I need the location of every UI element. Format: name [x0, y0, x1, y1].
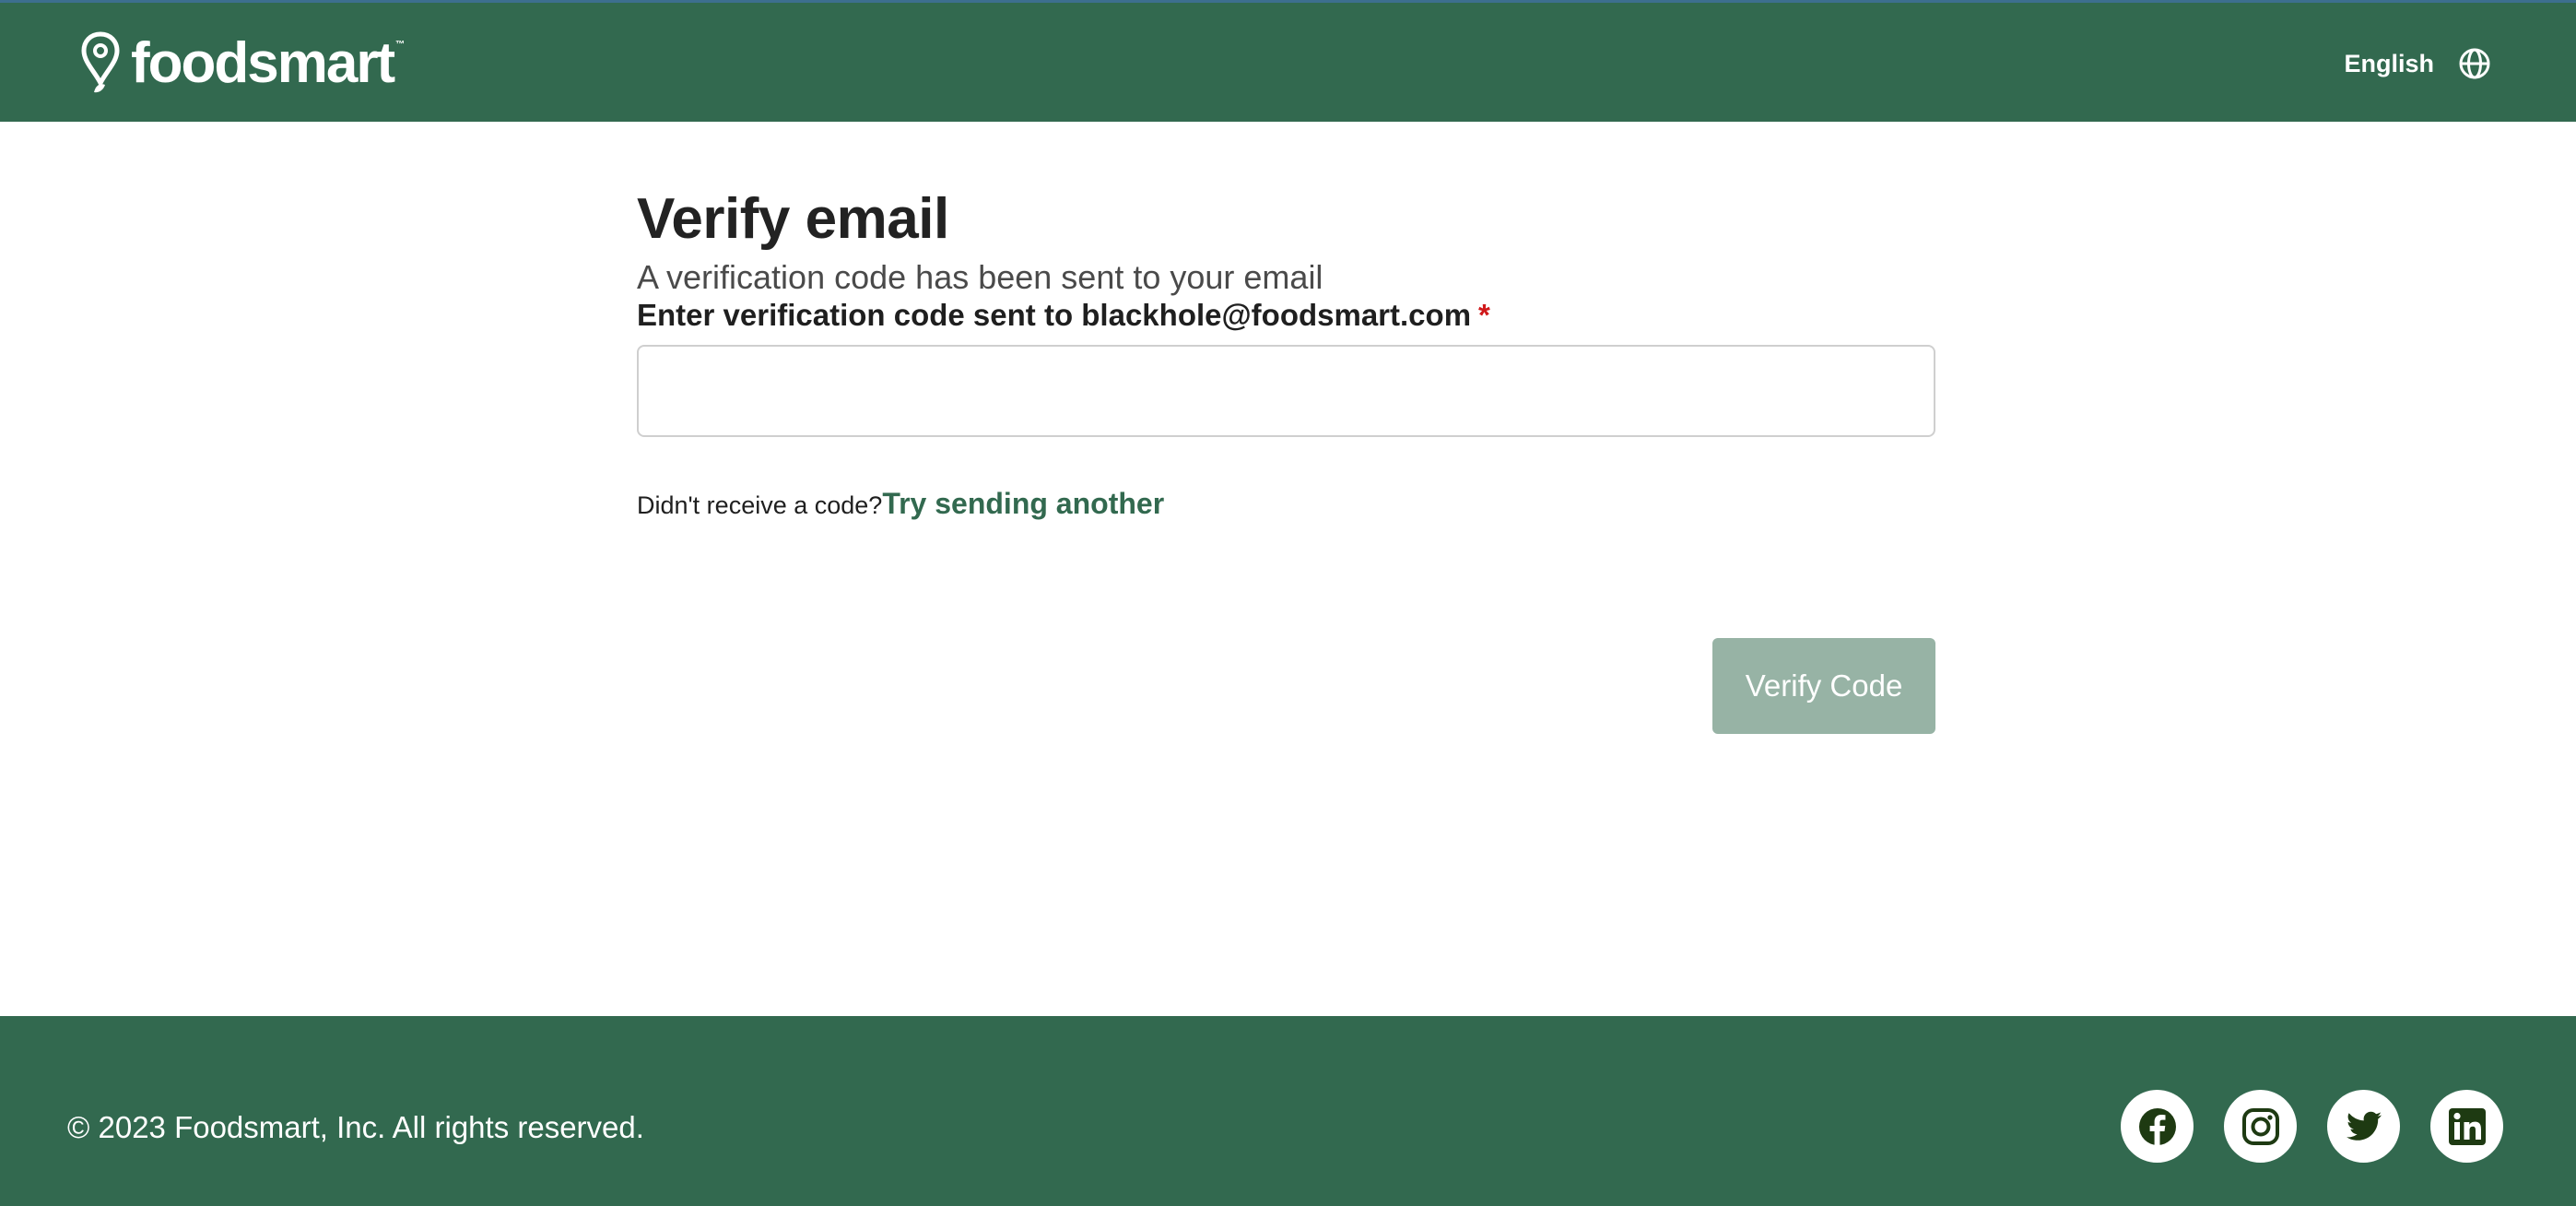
twitter-link[interactable]	[2327, 1090, 2400, 1163]
top-header: foodsmart ™ English	[0, 0, 2576, 122]
resend-prompt: Didn't receive a code?	[637, 491, 883, 520]
required-asterisk: *	[1478, 298, 1490, 333]
page-footer: © 2023 Foodsmart, Inc. All rights reserv…	[0, 1016, 2576, 1206]
resend-code-link[interactable]: Try sending another	[882, 487, 1164, 521]
twitter-icon	[2346, 1111, 2382, 1141]
instagram-icon	[2241, 1107, 2279, 1145]
language-selector[interactable]: English	[2344, 45, 2491, 82]
logo-wordmark: foodsmart	[131, 31, 395, 95]
page-title: Verify email	[637, 187, 949, 251]
facebook-icon	[2138, 1107, 2176, 1145]
page: foodsmart ™ English Verify email A verif…	[0, 0, 2576, 1206]
verification-code-label: Enter verification code sent to blackhol…	[637, 298, 1490, 332]
verify-code-button[interactable]: Verify Code	[1712, 638, 1935, 734]
social-links	[2121, 1090, 2503, 1163]
resend-row: Didn't receive a code? Try sending anoth…	[637, 487, 1935, 521]
language-label: English	[2344, 49, 2434, 77]
linkedin-icon	[2448, 1107, 2486, 1145]
instagram-link[interactable]	[2224, 1090, 2297, 1163]
copyright-text: © 2023 Foodsmart, Inc. All rights reserv…	[67, 1110, 644, 1144]
foodsmart-logo[interactable]: foodsmart ™	[79, 30, 405, 97]
verify-email-form: Verify email A verification code has bee…	[637, 122, 1935, 734]
facebook-link[interactable]	[2121, 1090, 2194, 1163]
location-pin-icon	[81, 31, 120, 93]
verification-code-input[interactable]	[637, 345, 1935, 438]
page-subtitle: A verification code has been sent to you…	[637, 258, 1323, 297]
logo-trademark: ™	[395, 40, 406, 50]
linkedin-link[interactable]	[2430, 1090, 2503, 1163]
verification-code-label-text: Enter verification code sent to blackhol…	[637, 298, 1472, 333]
globe-icon	[2459, 48, 2490, 79]
